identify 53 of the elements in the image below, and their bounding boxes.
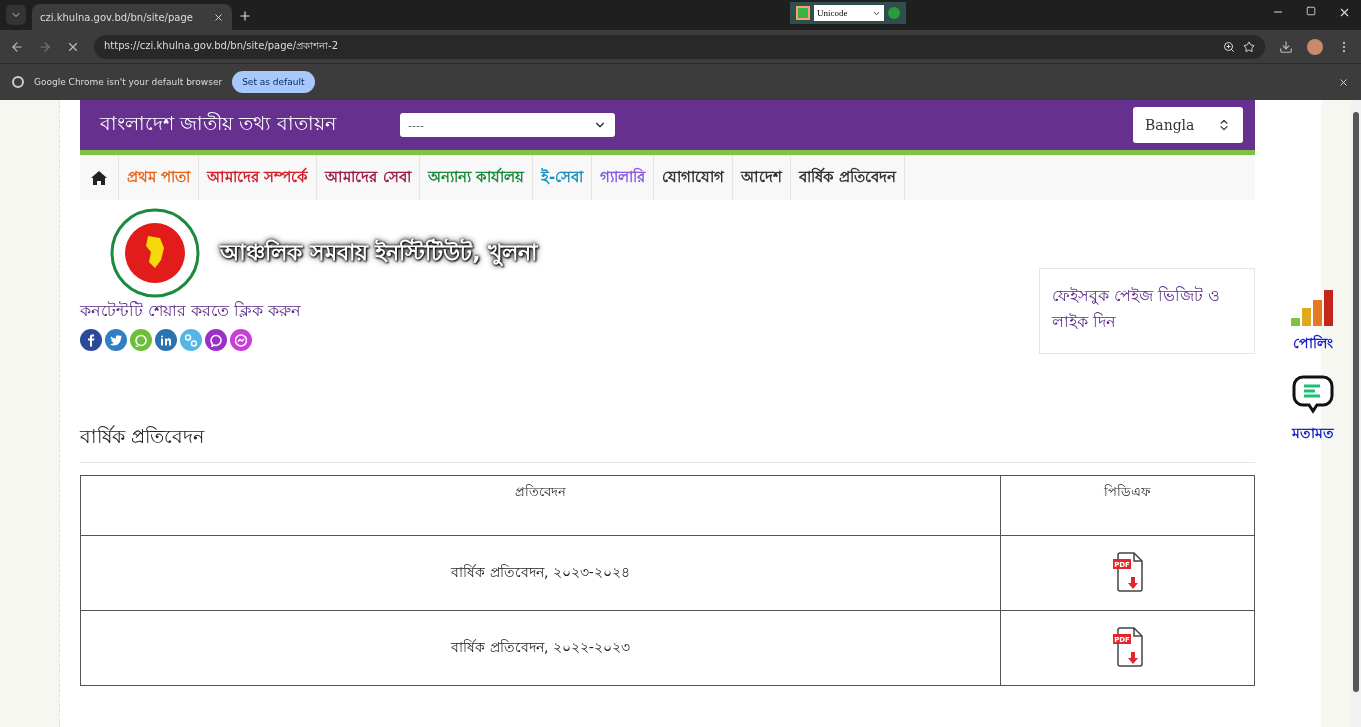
new-tab-icon[interactable] [238,9,252,23]
checkbox-icon[interactable] [796,6,810,20]
section-title: বার্ষিক প্রতিবেদন [80,422,1255,463]
tab-list-button[interactable] [6,5,26,25]
site-title: আঞ্চলিক সমবায় ইনস্টিটিউট, খুলনা [220,234,538,272]
linkedin-share-button[interactable] [155,329,177,351]
messenger-icon [235,333,247,347]
nav-link[interactable]: বার্ষিক প্রতিবেদন [791,155,906,200]
zoom-icon[interactable] [1223,40,1235,53]
download-icon[interactable] [1279,39,1293,54]
viber-icon [210,333,222,347]
linkedin-icon [160,333,172,347]
bar-chart-icon[interactable] [1291,290,1335,326]
encoding-select[interactable]: Unicode [814,5,884,21]
nav-link[interactable]: আমাদের সম্পর্কে [199,155,318,200]
poll-link[interactable]: পোলিং [1293,332,1333,356]
avatar-icon[interactable] [1307,38,1323,55]
forward-icon[interactable] [38,39,52,54]
viber-share-button[interactable] [205,329,227,351]
address-field[interactable]: https://czi.khulna.gov.bd/bn/site/page/প্রকাশনা-2 [94,34,1265,59]
column-header: পিডিএফ [1000,475,1255,536]
portal-title[interactable]: বাংলাদেশ জাতীয় তথ্য বাতায়ন [100,109,400,141]
messenger-share-button[interactable] [230,329,252,351]
close-icon[interactable] [1338,6,1351,19]
nav-link[interactable]: আদেশ [733,155,792,200]
nav-link[interactable]: অন্যান্য কার্যালয় [419,155,533,200]
restore-icon[interactable] [1306,6,1316,16]
star-icon[interactable] [1243,40,1255,53]
facebook-icon [87,333,95,347]
nav-link[interactable]: গ্যালারি [592,155,655,200]
twitter-icon [110,333,122,347]
infobar-message: Google Chrome isn't your default browser [34,77,223,87]
report-cell: বার্ষিক প্রতিবেদন, ২০২২-২০২৩ [80,610,1001,686]
nav-link[interactable]: যোগাযোগ [654,155,734,200]
whatsapp-icon [135,333,147,347]
scrollbar-thumb[interactable] [1353,112,1359,692]
browser-tab[interactable]: czi.khulna.gov.bd/bn/site/page [32,4,232,30]
chat-bubble-icon[interactable] [1291,374,1335,416]
facebook-card[interactable]: ফেইসবুক পেইজ ভিজিট ও লাইক দিন [1039,268,1255,354]
column-header: প্রতিবেদন [80,475,1001,536]
facebook-share-button[interactable] [80,329,102,351]
back-icon[interactable] [10,39,24,54]
close-icon[interactable] [213,11,224,23]
language-select[interactable]: Bangla [1133,107,1243,143]
twitter-share-button[interactable] [105,329,127,351]
feedback-link[interactable]: মতামত [1292,422,1334,446]
report-cell: বার্ষিক প্রতিবেদন, ২০২৩-২০২৪ [80,535,1001,611]
share-link[interactable]: কনটেন্টটি শেয়ার করতে ক্লিক করুন [80,298,302,325]
nav-link[interactable]: আমাদের সেবা [317,155,420,200]
nav-link[interactable]: ই-সেবা [532,155,593,200]
set-default-button[interactable]: Set as default [232,71,315,93]
close-icon[interactable] [1338,76,1349,88]
office-select[interactable]: ---- [400,113,615,137]
